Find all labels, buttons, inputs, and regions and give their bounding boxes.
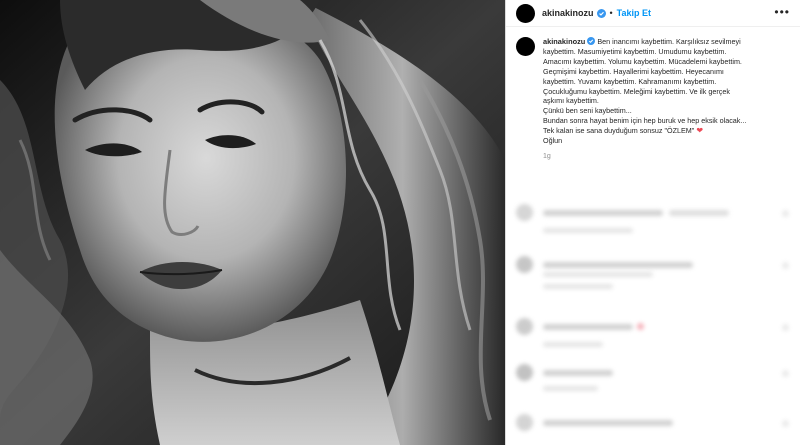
caption-username[interactable]: akinakinozu (543, 37, 585, 46)
portrait-image (0, 0, 505, 445)
comment-like-icon (782, 370, 789, 377)
avatar (516, 364, 533, 381)
blurred-comments (506, 200, 800, 445)
heart-emoji-icon: ❤ (696, 126, 704, 136)
caption-line: Amacımı kaybettim. Yolumu kaybettim. Müc… (543, 56, 742, 66)
caption: akinakinozu Ben inancımı kaybettim. Karş… (506, 27, 800, 162)
verified-badge-icon (596, 8, 606, 18)
post-photo[interactable] (0, 0, 505, 445)
caption-line: Geçmişimi kaybettim. Hayallerimi kaybett… (543, 66, 724, 76)
post-header: akinakinozu • Takip Et ••• (506, 0, 800, 27)
caption-line-1: akinakinozu Ben inancımı kaybettim. Karş… (543, 37, 741, 46)
caption-line: kaybettim. Masumiyetimi kaybettim. Umudu… (543, 46, 727, 56)
avatar (516, 204, 533, 221)
avatar (516, 318, 533, 335)
comment-row (516, 256, 693, 273)
comment-like-icon (782, 210, 789, 217)
comment-like-icon (782, 420, 789, 427)
caption-avatar[interactable] (516, 37, 535, 56)
comment-row (516, 364, 613, 381)
separator-dot: • (609, 8, 613, 18)
caption-line: aşkımı kaybettim. (543, 96, 599, 106)
post-sidebar: akinakinozu • Takip Et ••• akinakinozu B… (505, 0, 800, 445)
caption-line: Tek kalan ise sana duyduğum sonsuz "ÖZLE… (543, 126, 704, 136)
post-timestamp[interactable]: 1g (543, 152, 790, 162)
username-link[interactable]: akinakinozu (542, 8, 594, 18)
caption-line: Çocukluğumu kaybettim. Meleğimi kaybetti… (543, 86, 730, 96)
instagram-post: akinakinozu • Takip Et ••• akinakinozu B… (0, 0, 800, 445)
comment-row (516, 318, 644, 335)
comment-like-icon (782, 262, 789, 269)
caption-signature: Oğlun (543, 136, 563, 146)
follow-button[interactable]: Takip Et (617, 8, 651, 18)
avatar (516, 256, 533, 273)
caption-line: Bundan sonra hayat benim için hep buruk … (543, 116, 747, 126)
caption-line: Çünkü ben seni kaybettim... (543, 106, 632, 116)
comment-row (516, 204, 729, 221)
verified-badge-icon (587, 37, 596, 45)
caption-line: kaybettim. Yuvamı kaybettim. Kahramanımı… (543, 76, 717, 86)
comment-like-icon (782, 324, 789, 331)
more-horizontal-icon[interactable]: ••• (774, 6, 790, 18)
avatar[interactable] (516, 3, 535, 23)
caption-text: akinakinozu Ben inancımı kaybettim. Karş… (543, 37, 790, 162)
comment-row (516, 414, 673, 431)
avatar (516, 414, 533, 431)
